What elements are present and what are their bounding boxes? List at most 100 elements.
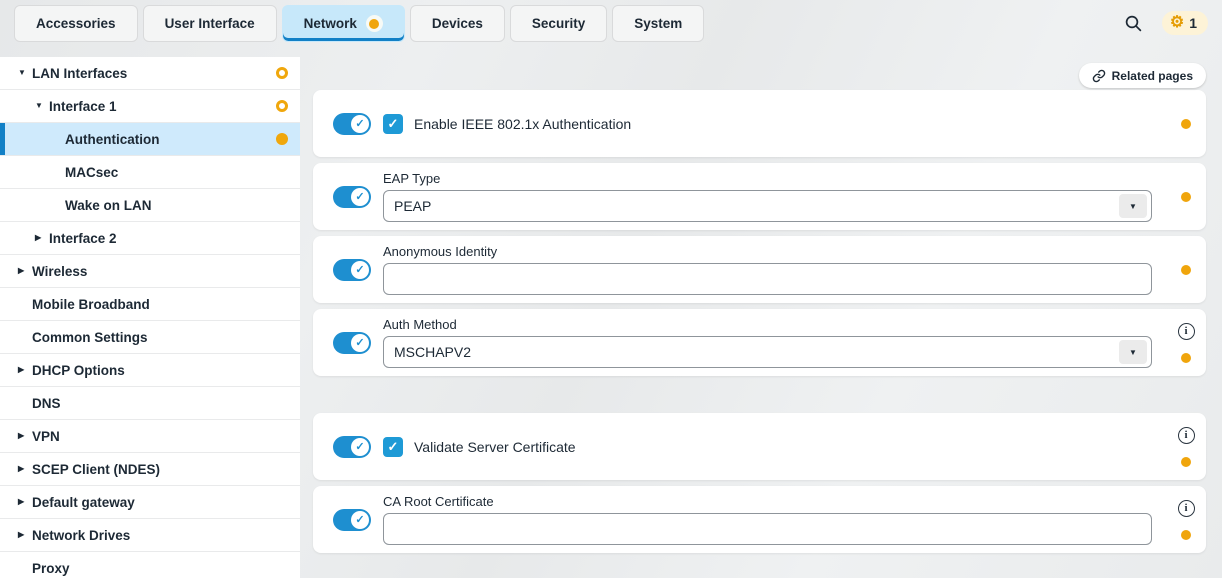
tab-accessories[interactable]: Accessories <box>14 5 138 42</box>
info-icon[interactable]: i <box>1178 427 1195 444</box>
card-enable-ieee-802-1x-authentication: ✓ ✓ Enable IEEE 802.1x Authentication <box>313 90 1206 157</box>
related-pages-button[interactable]: Related pages <box>1079 63 1206 88</box>
select-auth-method[interactable]: MSCHAPV2▼ <box>383 336 1152 368</box>
tab-label: User Interface <box>165 16 255 31</box>
card-content: ✓ Enable IEEE 802.1x Authentication <box>383 114 1166 134</box>
toggle-ca-root-certificate[interactable]: ✓ <box>333 509 371 531</box>
sidebar-item-label: VPN <box>32 429 60 444</box>
sidebar-item-label: Mobile Broadband <box>32 297 150 312</box>
card-content: ✓ Validate Server Certificate <box>383 437 1166 457</box>
related-pages-label: Related pages <box>1112 69 1193 83</box>
sidebar-item-label: SCEP Client (NDES) <box>32 462 160 477</box>
tab-label: System <box>634 16 682 31</box>
toggle-column: ✓ <box>313 332 383 354</box>
tab-network[interactable]: Network <box>282 5 405 42</box>
sidebar-item-wake-on-lan[interactable]: Wake on LAN <box>0 189 300 222</box>
sidebar-item-lan-interfaces[interactable]: ▼LAN Interfaces <box>0 57 300 90</box>
tab-label: Security <box>532 16 585 31</box>
sidebar-item-label: DNS <box>32 396 61 411</box>
dropdown-arrow-icon[interactable]: ▼ <box>1119 340 1147 364</box>
dropdown-arrow-icon[interactable]: ▼ <box>1119 194 1147 218</box>
card-status-column <box>1166 265 1206 275</box>
toggle-anonymous-identity[interactable]: ✓ <box>333 259 371 281</box>
caret-down-icon[interactable]: ▼ <box>18 69 32 77</box>
header-actions: ⚙ 1 <box>1122 5 1208 35</box>
tab-devices[interactable]: Devices <box>410 5 505 42</box>
toggle-validate-server-certificate[interactable]: ✓ <box>333 436 371 458</box>
modified-ring-indicator <box>276 67 288 79</box>
card-status-column: i <box>1166 500 1206 540</box>
input-anonymous-identity[interactable] <box>383 263 1152 295</box>
sidebar-item-macsec[interactable]: MACsec <box>0 156 300 189</box>
tab-bar: Accessories User Interface Network Devices S… <box>0 0 1222 52</box>
toggle-knob: ✓ <box>351 188 369 206</box>
toggle-column: ✓ <box>313 259 383 281</box>
checkbox-label: Enable IEEE 802.1x Authentication <box>414 116 631 132</box>
tab-label: Accessories <box>36 16 116 31</box>
modified-dot-indicator <box>1181 119 1191 129</box>
card-validate-server-certificate: ✓ ✓ Validate Server Certificate i <box>313 413 1206 480</box>
caret-right-icon[interactable]: ▶ <box>35 234 49 242</box>
checkbox-enable-ieee-802-1x-authentication[interactable]: ✓ <box>383 114 403 134</box>
toggle-knob: ✓ <box>351 115 369 133</box>
checkbox-row: ✓ Enable IEEE 802.1x Authentication <box>383 114 1152 134</box>
sidebar-item-scep-client-ndes[interactable]: ▶SCEP Client (NDES) <box>0 453 300 486</box>
sidebar-item-dns[interactable]: DNS <box>0 387 300 420</box>
toggle-auth-method[interactable]: ✓ <box>333 332 371 354</box>
notification-count: 1 <box>1189 15 1197 31</box>
caret-right-icon[interactable]: ▶ <box>18 465 32 473</box>
sidebar-item-interface-1[interactable]: ▼Interface 1 <box>0 90 300 123</box>
sidebar-item-mobile-broadband[interactable]: Mobile Broadband <box>0 288 300 321</box>
caret-right-icon[interactable]: ▶ <box>18 531 32 539</box>
gear-icon: ⚙ <box>1170 15 1184 31</box>
caret-right-icon[interactable]: ▶ <box>18 432 32 440</box>
field-label: Anonymous Identity <box>383 244 1152 259</box>
sidebar-item-common-settings[interactable]: Common Settings <box>0 321 300 354</box>
field-label: CA Root Certificate <box>383 494 1152 509</box>
sidebar-item-interface-2[interactable]: ▶Interface 2 <box>0 222 300 255</box>
checkbox-row: ✓ Validate Server Certificate <box>383 437 1152 457</box>
checkbox-label: Validate Server Certificate <box>414 439 576 455</box>
sidebar-item-network-drives[interactable]: ▶Network Drives <box>0 519 300 552</box>
sidebar-item-label: Interface 2 <box>49 231 117 246</box>
select-eap-type[interactable]: PEAP ▼ <box>383 190 1152 222</box>
card-ca-root-certificate: ✓ CA Root Certificate i <box>313 486 1206 553</box>
card-eap-type: ✓EAP TypePEAP▼ <box>313 163 1206 230</box>
toggle-column: ✓ <box>313 186 383 208</box>
info-icon[interactable]: i <box>1178 500 1195 517</box>
toggle-column: ✓ <box>313 509 383 531</box>
tab-label: Devices <box>432 16 483 31</box>
sidebar-item-wireless[interactable]: ▶Wireless <box>0 255 300 288</box>
select-value: PEAP <box>394 198 431 214</box>
toggle-enable-ieee-802-1x-authentication[interactable]: ✓ <box>333 113 371 135</box>
toggle-column: ✓ <box>313 436 383 458</box>
modified-dot-indicator <box>1181 457 1191 467</box>
caret-right-icon[interactable]: ▶ <box>18 498 32 506</box>
card-content: Anonymous Identity <box>383 244 1166 295</box>
tab-label: Network <box>304 16 357 31</box>
tab-security[interactable]: Security <box>510 5 607 42</box>
field-label: Auth Method <box>383 317 1152 332</box>
caret-down-icon[interactable]: ▼ <box>35 102 49 110</box>
toggle-column: ✓ <box>313 113 383 135</box>
sidebar-item-dhcp-options[interactable]: ▶DHCP Options <box>0 354 300 387</box>
tab-user-interface[interactable]: User Interface <box>143 5 277 42</box>
info-icon[interactable]: i <box>1178 323 1195 340</box>
input-ca-root-certificate[interactable] <box>383 513 1152 545</box>
tab-strip: Accessories User Interface Network Devices S… <box>14 5 704 42</box>
caret-right-icon[interactable]: ▶ <box>18 366 32 374</box>
sidebar-item-vpn[interactable]: ▶VPN <box>0 420 300 453</box>
search-icon[interactable] <box>1122 11 1146 35</box>
modified-dot-indicator <box>1181 265 1191 275</box>
sidebar-item-label: Interface 1 <box>49 99 117 114</box>
caret-right-icon[interactable]: ▶ <box>18 267 32 275</box>
toggle-eap-type[interactable]: ✓ <box>333 186 371 208</box>
tab-system[interactable]: System <box>612 5 704 42</box>
sidebar-item-proxy[interactable]: Proxy <box>0 552 300 578</box>
related-pages-row: Related pages <box>313 63 1206 88</box>
checkbox-validate-server-certificate[interactable]: ✓ <box>383 437 403 457</box>
sidebar-item-authentication[interactable]: Authentication <box>0 123 300 156</box>
sidebar-item-default-gateway[interactable]: ▶Default gateway <box>0 486 300 519</box>
orange-dot <box>369 19 379 29</box>
notification-badge[interactable]: ⚙ 1 <box>1162 11 1208 35</box>
